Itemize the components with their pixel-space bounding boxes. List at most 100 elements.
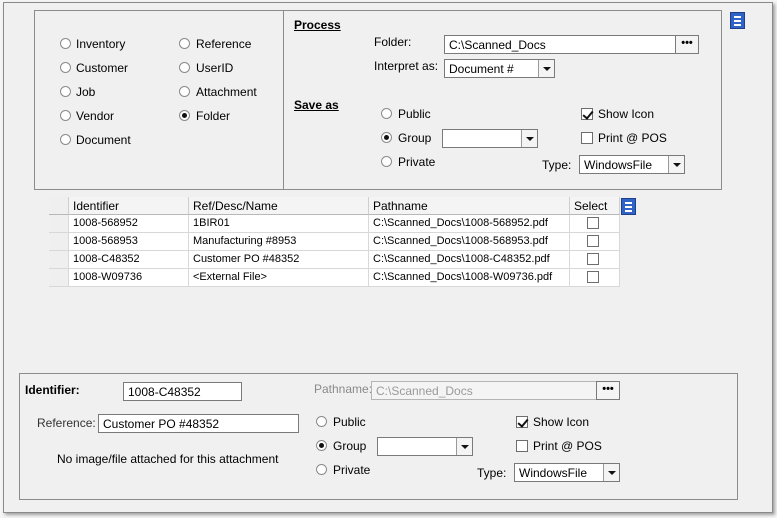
- row-select-checkbox[interactable]: [587, 271, 599, 283]
- detail-panel: Identifier: 1008-C48352 Pathname: C:\Sca…: [19, 373, 738, 500]
- save-show-icon-checkbox[interactable]: [581, 108, 593, 120]
- radio-folder-label[interactable]: Folder: [196, 109, 230, 123]
- cell-identifier[interactable]: 1008-568953: [69, 233, 189, 251]
- row-select-checkbox[interactable]: [587, 235, 599, 247]
- radio-folder[interactable]: [179, 110, 190, 121]
- detail-print-pos-checkbox[interactable]: [516, 440, 528, 452]
- radio-document[interactable]: [60, 134, 71, 145]
- cell-identifier[interactable]: 1008-W09736: [69, 269, 189, 287]
- save-type-select[interactable]: WindowsFile: [579, 155, 685, 174]
- cell-pathname[interactable]: C:\Scanned_Docs\1008-568953.pdf: [369, 233, 570, 251]
- detail-type-select-value: WindowsFile: [519, 466, 588, 480]
- detail-reference-label: Reference:: [37, 416, 96, 430]
- radio-customer[interactable]: [60, 62, 71, 73]
- radio-job-label[interactable]: Job: [76, 85, 95, 99]
- cell-identifier[interactable]: 1008-C48352: [69, 251, 189, 269]
- process-heading: Process: [294, 18, 341, 32]
- radio-attachment[interactable]: [179, 86, 190, 97]
- radio-reference-label[interactable]: Reference: [196, 37, 251, 51]
- radio-inventory[interactable]: [60, 38, 71, 49]
- cell-pathname[interactable]: C:\Scanned_Docs\1008-568952.pdf: [369, 215, 570, 233]
- save-print-pos-checkbox[interactable]: [581, 132, 593, 144]
- chevron-down-icon[interactable]: [538, 60, 554, 77]
- detail-reference-input[interactable]: Customer PO #48352: [98, 414, 299, 433]
- chevron-down-icon[interactable]: [668, 156, 684, 173]
- row-select-checkbox[interactable]: [587, 217, 599, 229]
- attachments-grid: Identifier Ref/Desc/Name Pathname Select…: [49, 197, 637, 357]
- interpret-select[interactable]: Document #: [444, 59, 555, 78]
- radio-reference[interactable]: [179, 38, 190, 49]
- cell-ref[interactable]: Manufacturing #8953: [189, 233, 369, 251]
- save-type-label: Type:: [542, 158, 572, 172]
- cell-ref[interactable]: Customer PO #48352: [189, 251, 369, 269]
- save-radio-public-label[interactable]: Public: [398, 107, 431, 121]
- radio-attachment-label[interactable]: Attachment: [196, 85, 257, 99]
- detail-radio-public-label[interactable]: Public: [333, 415, 366, 429]
- options-menu-icon[interactable]: [730, 12, 745, 29]
- radio-customer-label[interactable]: Customer: [76, 61, 128, 75]
- save-show-icon-label[interactable]: Show Icon: [598, 107, 654, 121]
- column-header-ref[interactable]: Ref/Desc/Name: [189, 197, 369, 215]
- cell-select[interactable]: [570, 233, 620, 251]
- detail-group-select[interactable]: [377, 437, 473, 456]
- attachment-window: Inventory Customer Job Vendor Document R…: [3, 2, 773, 513]
- save-radio-public[interactable]: [381, 108, 392, 119]
- column-header-pathname[interactable]: Pathname: [369, 197, 570, 215]
- row-selector[interactable]: [49, 233, 69, 251]
- save-as-heading: Save as: [294, 98, 339, 112]
- detail-radio-private[interactable]: [316, 464, 327, 475]
- column-header-select[interactable]: Select: [570, 197, 620, 215]
- save-radio-private[interactable]: [381, 156, 392, 167]
- chevron-down-icon[interactable]: [603, 464, 619, 481]
- radio-vendor[interactable]: [60, 110, 71, 121]
- row-select-checkbox[interactable]: [587, 253, 599, 265]
- detail-pathname-input[interactable]: C:\Scanned_Docs: [371, 381, 597, 400]
- cell-identifier[interactable]: 1008-568952: [69, 215, 189, 233]
- panel-divider: [283, 11, 284, 189]
- radio-userid-label[interactable]: UserID: [196, 61, 233, 75]
- chevron-down-icon[interactable]: [456, 438, 472, 455]
- detail-radio-public[interactable]: [316, 416, 327, 427]
- row-selector[interactable]: [49, 269, 69, 287]
- detail-type-select[interactable]: WindowsFile: [514, 463, 620, 482]
- grid-menu-icon[interactable]: [621, 198, 636, 215]
- detail-radio-group-label[interactable]: Group: [333, 439, 366, 453]
- cell-pathname[interactable]: C:\Scanned_Docs\1008-W09736.pdf: [369, 269, 570, 287]
- detail-show-icon-label[interactable]: Show Icon: [533, 415, 589, 429]
- row-selector[interactable]: [49, 251, 69, 269]
- detail-show-icon-checkbox[interactable]: [516, 416, 528, 428]
- save-radio-group-label[interactable]: Group: [398, 131, 431, 145]
- row-selector[interactable]: [49, 215, 69, 233]
- detail-pathname-browse-button[interactable]: •••: [596, 381, 620, 400]
- save-radio-group[interactable]: [381, 132, 392, 143]
- folder-label: Folder:: [374, 35, 412, 49]
- detail-radio-private-label[interactable]: Private: [333, 463, 370, 477]
- save-type-select-value: WindowsFile: [584, 158, 653, 172]
- save-print-pos-label[interactable]: Print @ POS: [598, 131, 667, 145]
- detail-print-pos-label[interactable]: Print @ POS: [533, 439, 602, 453]
- column-header-identifier[interactable]: Identifier: [69, 197, 189, 215]
- chevron-down-icon[interactable]: [521, 130, 537, 147]
- cell-select[interactable]: [570, 251, 620, 269]
- folder-input[interactable]: C:\Scanned_Docs: [444, 35, 676, 54]
- grid-corner: [49, 197, 69, 215]
- cell-pathname[interactable]: C:\Scanned_Docs\1008-C48352.pdf: [369, 251, 570, 269]
- detail-radio-group[interactable]: [316, 440, 327, 451]
- radio-document-label[interactable]: Document: [76, 133, 131, 147]
- cell-select[interactable]: [570, 215, 620, 233]
- cell-select[interactable]: [570, 269, 620, 287]
- folder-browse-button[interactable]: •••: [675, 35, 699, 54]
- cell-ref[interactable]: 1BIR01: [189, 215, 369, 233]
- detail-type-label: Type:: [477, 466, 507, 480]
- radio-vendor-label[interactable]: Vendor: [76, 109, 114, 123]
- cell-ref[interactable]: <External File>: [189, 269, 369, 287]
- detail-identifier-input[interactable]: 1008-C48352: [123, 382, 242, 401]
- save-group-select[interactable]: [442, 129, 538, 148]
- interpret-label: Interpret as:: [374, 59, 439, 73]
- no-image-message: No image/file attached for this attachme…: [57, 452, 279, 466]
- radio-job[interactable]: [60, 86, 71, 97]
- radio-inventory-label[interactable]: Inventory: [76, 37, 125, 51]
- save-radio-private-label[interactable]: Private: [398, 155, 435, 169]
- top-panel: Inventory Customer Job Vendor Document R…: [34, 10, 722, 190]
- radio-userid[interactable]: [179, 62, 190, 73]
